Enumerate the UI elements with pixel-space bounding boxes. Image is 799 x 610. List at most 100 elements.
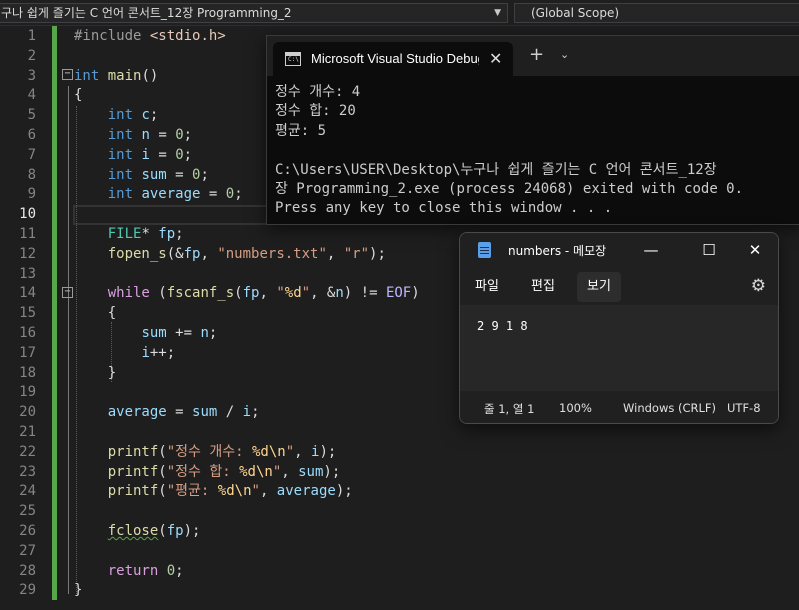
settings-icon[interactable]: ⚙ [751,277,766,295]
code-token: ); [183,523,201,539]
code-token: FILE [107,226,142,242]
line-number: 28 [19,562,36,579]
code-token: { [74,305,117,322]
code-token: printf [107,483,159,500]
code-text: sum += n; [74,324,217,344]
code-token: average [107,404,167,421]
project-dropdown[interactable]: 구나 쉽게 즐기는 C 언어 콘서트_12장 Programming_2 ▼ [0,3,508,23]
code-token: = [149,127,176,143]
code-line[interactable]: 22 printf("정수 개수: %d\n", i); [0,443,799,463]
menu-file[interactable]: 파일 [465,272,509,302]
code-token: / [217,404,243,421]
line-number: 17 [19,344,36,361]
line-number: 15 [19,305,36,322]
code-token: ++; [149,344,176,361]
line-number: 25 [19,503,36,520]
code-line[interactable]: 21 [0,423,799,443]
notepad-window[interactable]: numbers - 메모장 — ☐ ✕ 파일 편집 보기 ⚙ 2 9 1 8 줄… [459,232,779,424]
code-token: n [335,285,344,302]
status-encoding: UTF-8 [727,401,761,415]
minimize-button[interactable]: — [636,238,666,262]
code-token: "평균: [166,483,218,500]
line-number: 3 [27,67,36,84]
code-token: * [141,226,159,242]
code-token: i [141,344,150,361]
debug-console-window[interactable]: C:\ Microsoft Visual Studio Debug ✕ + ⌄ … [266,35,799,225]
code-token: , [294,443,311,460]
new-tab-icon[interactable]: + [529,46,544,64]
line-number: 14 [19,285,36,302]
code-token: " [301,285,311,302]
line-number: 16 [19,325,36,341]
code-line[interactable]: 28 return 0; [0,562,799,582]
code-token: average [276,483,336,500]
code-token: i [141,146,150,163]
code-text: printf("평균: %d\n", average); [74,482,353,502]
code-text: fopen_s(&fp, "numbers.txt", "r"); [74,245,386,265]
code-token: ; [175,226,184,242]
code-token: while [107,285,150,302]
code-token: fp [242,285,260,302]
notepad-titlebar[interactable]: numbers - 메모장 — ☐ ✕ [460,233,778,269]
line-number: 12 [19,245,36,262]
code-token: fclose [107,523,159,539]
line-number: 11 [19,226,36,242]
code-token: ); [323,463,341,480]
scope-dropdown[interactable]: (Global Scope) [514,3,799,23]
close-tab-icon[interactable]: ✕ [489,49,502,68]
line-number: 24 [19,483,36,500]
code-token: fp [183,245,201,262]
code-token: sum [141,166,167,183]
line-number: 1 [27,28,36,44]
code-text: } [74,364,116,384]
code-line[interactable]: 26 fclose(fp); [0,522,799,542]
maximize-button[interactable]: ☐ [694,238,724,262]
code-token: ); [369,245,386,262]
code-text: printf("정수 개수: %d\n", i); [74,443,337,463]
code-token: \n [234,483,252,500]
code-token: int [107,127,134,143]
code-line[interactable]: 24 printf("평균: %d\n", average); [0,482,799,502]
line-number: 26 [19,523,36,539]
code-line[interactable]: 25 [0,502,799,522]
line-number: 19 [19,384,36,401]
console-tab[interactable]: C:\ Microsoft Visual Studio Debug ✕ [273,42,513,76]
line-number: 4 [27,87,36,104]
menu-edit[interactable]: 편집 [521,272,565,302]
code-token: ( [158,483,167,500]
code-token: average [141,186,201,203]
code-token: int [107,146,134,163]
chevron-down-icon[interactable]: ⌄ [560,48,569,61]
code-line[interactable]: 29} [0,581,799,601]
project-dropdown-label: 구나 쉽게 즐기는 C 언어 콘서트_12장 Programming_2 [1,6,292,20]
scope-dropdown-label: (Global Scope) [531,6,620,20]
line-number: 13 [19,265,36,282]
line-number: 6 [27,127,36,143]
code-text: int average = 0; [74,185,243,205]
code-line[interactable]: 23 printf("정수 합: %d\n", sum); [0,463,799,483]
terminal-icon: C:\ [285,52,301,66]
code-text: int n = 0; [74,126,192,146]
line-number: 2 [27,47,36,64]
code-token: printf [107,463,159,480]
code-token: ; [251,404,260,421]
code-token: int [74,67,100,84]
close-button[interactable]: ✕ [740,238,770,262]
code-token: n [200,325,209,341]
code-token: i [242,404,252,421]
code-token: \n [268,443,286,460]
notepad-text-area[interactable]: 2 9 1 8 [460,305,778,391]
code-token: ; [175,562,184,579]
menu-view[interactable]: 보기 [577,272,621,302]
code-token: , [326,245,344,262]
code-line[interactable]: 27 [0,542,799,562]
